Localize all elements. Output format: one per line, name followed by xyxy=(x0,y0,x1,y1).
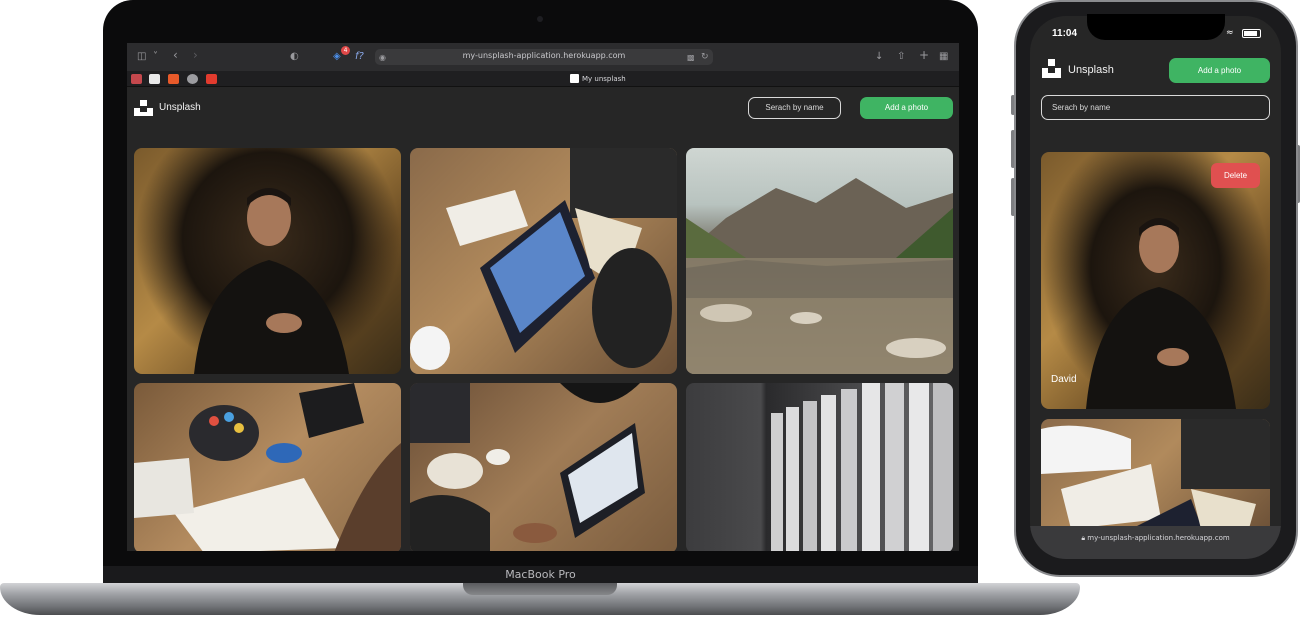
address-bar[interactable]: ◉ my-unsplash-application.herokuapp.com … xyxy=(375,49,713,65)
tab-overview-icon[interactable]: ▦ xyxy=(939,50,948,64)
back-icon[interactable]: ‹ xyxy=(173,48,178,62)
extension-icon[interactable]: ◈ xyxy=(333,50,341,64)
photo-card[interactable] xyxy=(1041,419,1270,539)
mountain-lake-photo xyxy=(686,178,953,374)
photo-card[interactable] xyxy=(686,383,953,551)
photo-card[interactable] xyxy=(134,148,401,374)
sketching-desk-photo xyxy=(134,383,401,551)
photo-caption: David xyxy=(1051,374,1077,385)
sidebar-icon[interactable]: ◫ xyxy=(137,50,146,64)
columns-photo xyxy=(771,383,953,551)
formula-extension-icon[interactable]: f? xyxy=(355,50,364,64)
photo-card[interactable] xyxy=(686,148,953,374)
signal-icon: ≈ xyxy=(1226,28,1234,38)
extension-badge: 4 xyxy=(341,46,350,55)
download-icon[interactable]: ↓ xyxy=(875,50,883,64)
laptop-desk-photo xyxy=(410,148,677,370)
portrait-man-photo xyxy=(194,188,349,374)
shield-icon[interactable]: ◐ xyxy=(290,50,299,64)
gmail-favicon[interactable] xyxy=(131,74,142,84)
photo-card[interactable] xyxy=(410,148,677,374)
figma-favicon[interactable] xyxy=(168,74,179,84)
laptop-camera xyxy=(537,16,543,22)
reload-icon[interactable]: ↻ xyxy=(701,50,709,64)
laptop-desk-photo xyxy=(1041,419,1270,539)
team-laptop-photo xyxy=(410,383,645,551)
phone-address-bar[interactable]: 🔒︎ my-unsplash-application.herokuapp.com xyxy=(1030,534,1281,543)
laptop-model-label: MacBook Pro xyxy=(505,568,576,581)
phone-address-url: my-unsplash-application.herokuapp.com xyxy=(1087,534,1230,542)
share-icon[interactable]: ⇧ xyxy=(897,50,905,64)
translate-icon[interactable]: ▩ xyxy=(687,51,695,65)
status-time: 11:04 xyxy=(1052,28,1078,39)
chatgpt-favicon[interactable] xyxy=(149,74,160,84)
brand-name: Unsplash xyxy=(1068,64,1114,76)
tab-title[interactable]: My unsplash xyxy=(582,75,626,83)
forward-icon[interactable]: › xyxy=(193,48,198,62)
photo-card[interactable] xyxy=(410,383,677,551)
address-bar-url: my-unsplash-application.herokuapp.com xyxy=(462,51,626,60)
tab-favicon xyxy=(570,74,579,83)
laptop-screen: ◫ ˅ ‹ › ◐ ◈ 4 f? ◉ my-unsplash-applicati… xyxy=(127,43,959,551)
youtube-favicon[interactable] xyxy=(206,74,217,84)
web-app: Unsplash Serach by name Add a photo xyxy=(127,87,959,551)
laptop-opening-notch xyxy=(463,583,617,595)
phone-notch xyxy=(1087,14,1225,40)
battery-icon xyxy=(1242,29,1261,38)
browser-toolbar: ◫ ˅ ‹ › ◐ ◈ 4 f? ◉ my-unsplash-applicati… xyxy=(127,43,959,71)
chevron-down-icon[interactable]: ˅ xyxy=(153,50,158,64)
brand-name: Unsplash xyxy=(159,102,201,113)
add-photo-button[interactable]: Add a photo xyxy=(1169,58,1270,83)
showcase: ◫ ˅ ‹ › ◐ ◈ 4 f? ◉ my-unsplash-applicati… xyxy=(0,0,1300,624)
browser-tabbar: My unsplash xyxy=(127,71,959,87)
portrait-man-photo xyxy=(1086,218,1236,409)
photo-card[interactable]: Delete David xyxy=(1041,152,1270,409)
unsplash-logo[interactable] xyxy=(134,100,153,116)
delete-button[interactable]: Delete xyxy=(1211,163,1260,188)
search-input[interactable]: Serach by name xyxy=(748,97,841,119)
search-input[interactable]: Serach by name xyxy=(1041,95,1270,120)
photo-card[interactable] xyxy=(134,383,401,551)
github-favicon[interactable] xyxy=(187,74,198,84)
new-tab-icon[interactable]: + xyxy=(919,48,929,62)
add-photo-button[interactable]: Add a photo xyxy=(860,97,953,119)
phone-screen: 11:04 ≈ Unsplash Add a photo Serach by n… xyxy=(1030,16,1281,559)
unsplash-logo[interactable] xyxy=(1042,59,1061,78)
